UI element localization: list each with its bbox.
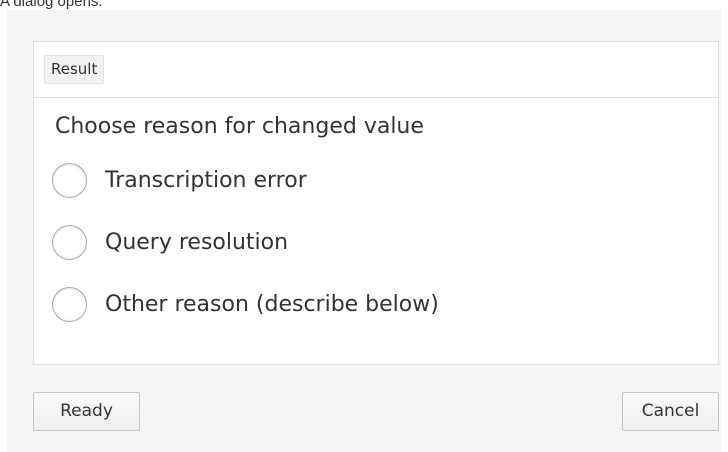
result-tag: Result [44, 55, 105, 84]
cancel-button[interactable]: Cancel [622, 392, 719, 431]
radio-button[interactable] [52, 286, 87, 322]
reason-dialog: Result Choose reason for changed value T… [7, 10, 721, 452]
ready-button[interactable]: Ready [33, 392, 140, 431]
option-label: Transcription error [105, 167, 307, 193]
reason-panel: Result Choose reason for changed value T… [33, 41, 719, 365]
reason-prompt: Choose reason for changed value [55, 114, 424, 139]
option-query-resolution[interactable]: Query resolution [52, 222, 288, 262]
radio-button[interactable] [52, 162, 87, 198]
option-label: Query resolution [105, 229, 289, 255]
radio-button[interactable] [52, 224, 87, 260]
panel-header: Result [34, 42, 718, 98]
option-label: Other reason (describe below) [105, 291, 439, 317]
option-other-reason[interactable]: Other reason (describe below) [52, 284, 439, 324]
option-transcription-error[interactable]: Transcription error [52, 160, 307, 200]
dialog-caption: A dialog opens. [0, 0, 103, 10]
